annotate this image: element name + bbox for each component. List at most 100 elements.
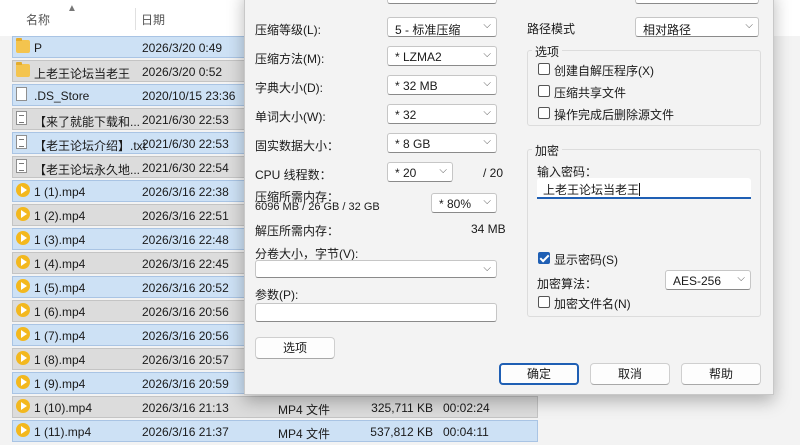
add-to-archive-dialog: 压缩等级(L): 5 - 标准压缩 ⌵ 压缩方法(M): * LZMA2 ⌵ 字… [244,0,774,395]
file-type: MP4 文件 [278,427,331,441]
file-name: 1 (5).mp4 [34,281,86,295]
video-file-icon [16,303,30,317]
text-cursor [639,183,641,196]
video-file-icon [16,183,30,197]
file-date: 2026/3/16 21:37 [142,425,229,439]
dictionary-size-label: 字典大小(D): [255,81,323,95]
file-name: 【老王论坛永久地... [34,163,141,177]
file-date: 2026/3/16 22:45 [142,257,229,271]
create-sfx-label: 创建自解压程序(X) [554,64,654,78]
file-date: 2026/3/16 20:52 [142,281,229,295]
delete-after-compression-checkbox[interactable] [538,107,550,119]
split-volumes-combo[interactable]: ⌵ [255,260,497,278]
help-button[interactable]: 帮助 [681,363,761,385]
file-name: 1 (6).mp4 [34,305,86,319]
compress-shared-files-checkbox[interactable] [538,85,550,97]
cancel-button[interactable]: 取消 [590,363,670,385]
file-name: 1 (4).mp4 [34,257,86,271]
video-file-icon [16,399,30,413]
dictionary-size-combo[interactable]: * 32 MB ⌵ [387,75,497,95]
column-divider[interactable] [135,8,136,30]
video-file-icon [16,351,30,365]
file-date: 2020/10/15 23:36 [142,89,236,103]
file-type: MP4 文件 [278,403,331,417]
encrypt-filenames-label: 加密文件名(N) [554,297,631,311]
file-name: 【老王论坛介绍】.txt [34,139,147,153]
file-name: 上老王论坛当老王 [34,67,131,81]
file-name: 1 (8).mp4 [34,353,86,367]
file-date: 2026/3/16 22:51 [142,209,229,223]
memory-decompress-value: 34 MB [471,222,506,236]
file-date: 2026/3/16 22:48 [142,233,229,247]
memory-usage-combo[interactable]: * 80% ⌵ [431,193,497,213]
chevron-down-icon: ⌵ [483,49,491,60]
update-mode-combo[interactable] [635,0,759,4]
file-name: 1 (7).mp4 [34,329,86,343]
compression-method-label: 压缩方法(M): [255,52,325,66]
encryption-method-combo[interactable]: AES-256 ⌵ [665,270,751,290]
file-date: 2026/3/16 20:56 [142,305,229,319]
memory-compress-detail: 6096 MB / 26 GB / 32 GB [255,201,380,213]
chevron-down-icon: ⌵ [483,78,491,89]
file-duration: 00:04:11 [443,425,489,439]
folder-icon [16,38,30,53]
file-row[interactable]: 1 (10).mp4 2026/3/16 21:13 MP4 文件 325,711 K… [12,396,538,418]
file-date: 2021/6/30 22:54 [142,161,229,175]
show-password-label: 显示密码(S) [554,253,618,267]
solid-block-size-label: 固实数据大小： [255,139,340,153]
compression-level-combo[interactable]: 5 - 标准压缩 ⌵ [387,17,497,37]
file-date: 2026/3/16 20:59 [142,377,229,391]
file-name: 1 (9).mp4 [34,377,86,391]
encryption-group-title: 加密 [532,142,563,159]
video-file-icon [16,423,30,437]
show-password-checkbox[interactable] [538,252,550,264]
video-file-icon [16,231,30,245]
file-name: 【来了就能下载和... [34,115,141,129]
file-date: 2026/3/16 20:57 [142,353,229,367]
file-row[interactable]: 1 (11).mp4 2026/3/16 21:37 MP4 文件 537,812 K… [12,420,538,442]
sort-up-icon: ▲ [67,3,77,14]
file-date: 2026/3/16 20:56 [142,329,229,343]
column-name[interactable]: 名称 [26,11,50,28]
text-file-icon [16,111,27,125]
video-file-icon [16,279,30,293]
parameters-input[interactable] [255,303,497,322]
file-date: 2021/6/30 22:53 [142,113,229,127]
create-sfx-checkbox[interactable] [538,63,550,75]
column-date[interactable]: 日期 [141,11,165,28]
file-size: 325,711 KB [371,401,433,415]
encrypt-filenames-checkbox[interactable] [538,296,550,308]
options-button[interactable]: 选项 [255,337,335,359]
options-group-title: 选项 [532,43,563,60]
compression-level-label: 压缩等级(L): [255,23,322,37]
password-input[interactable]: 上老王论坛当老王 [537,178,751,199]
chevron-down-icon: ⌵ [483,136,491,147]
video-file-icon [16,255,30,269]
path-mode-combo[interactable]: 相对路径 ⌵ [635,17,759,37]
chevron-down-icon: ⌵ [483,196,491,207]
file-duration: 00:02:24 [443,401,490,415]
file-date: 2026/3/20 0:52 [142,65,223,79]
file-date: 2026/3/16 22:38 [142,185,229,199]
file-name: 1 (2).mp4 [34,209,86,223]
file-name: 1 (11).mp4 [34,425,92,439]
memory-decompress-label: 解压所需内存： [255,224,340,238]
video-file-icon [16,375,30,389]
compression-method-combo[interactable]: * LZMA2 ⌵ [387,46,497,66]
file-name: P [34,41,43,55]
file-date: 2021/6/30 22:53 [142,137,229,151]
archive-format-combo[interactable] [387,0,497,4]
file-date: 2026/3/20 0:49 [142,41,223,55]
cpu-threads-combo[interactable]: * 20 ⌵ [387,162,453,182]
video-file-icon [16,207,30,221]
delete-after-compression-label: 操作完成后删除源文件 [554,108,675,122]
word-size-combo[interactable]: * 32 ⌵ [387,104,497,124]
file-name: 1 (3).mp4 [34,233,86,247]
parameters-label: 参数(P): [255,288,299,302]
ok-button[interactable]: 确定 [499,363,579,385]
solid-block-size-combo[interactable]: * 8 GB ⌵ [387,133,497,153]
word-size-label: 单词大小(W): [255,110,326,124]
file-name: .DS_Store [34,89,90,103]
file-name: 1 (1).mp4 [34,185,86,199]
chevron-down-icon: ⌵ [737,273,745,284]
